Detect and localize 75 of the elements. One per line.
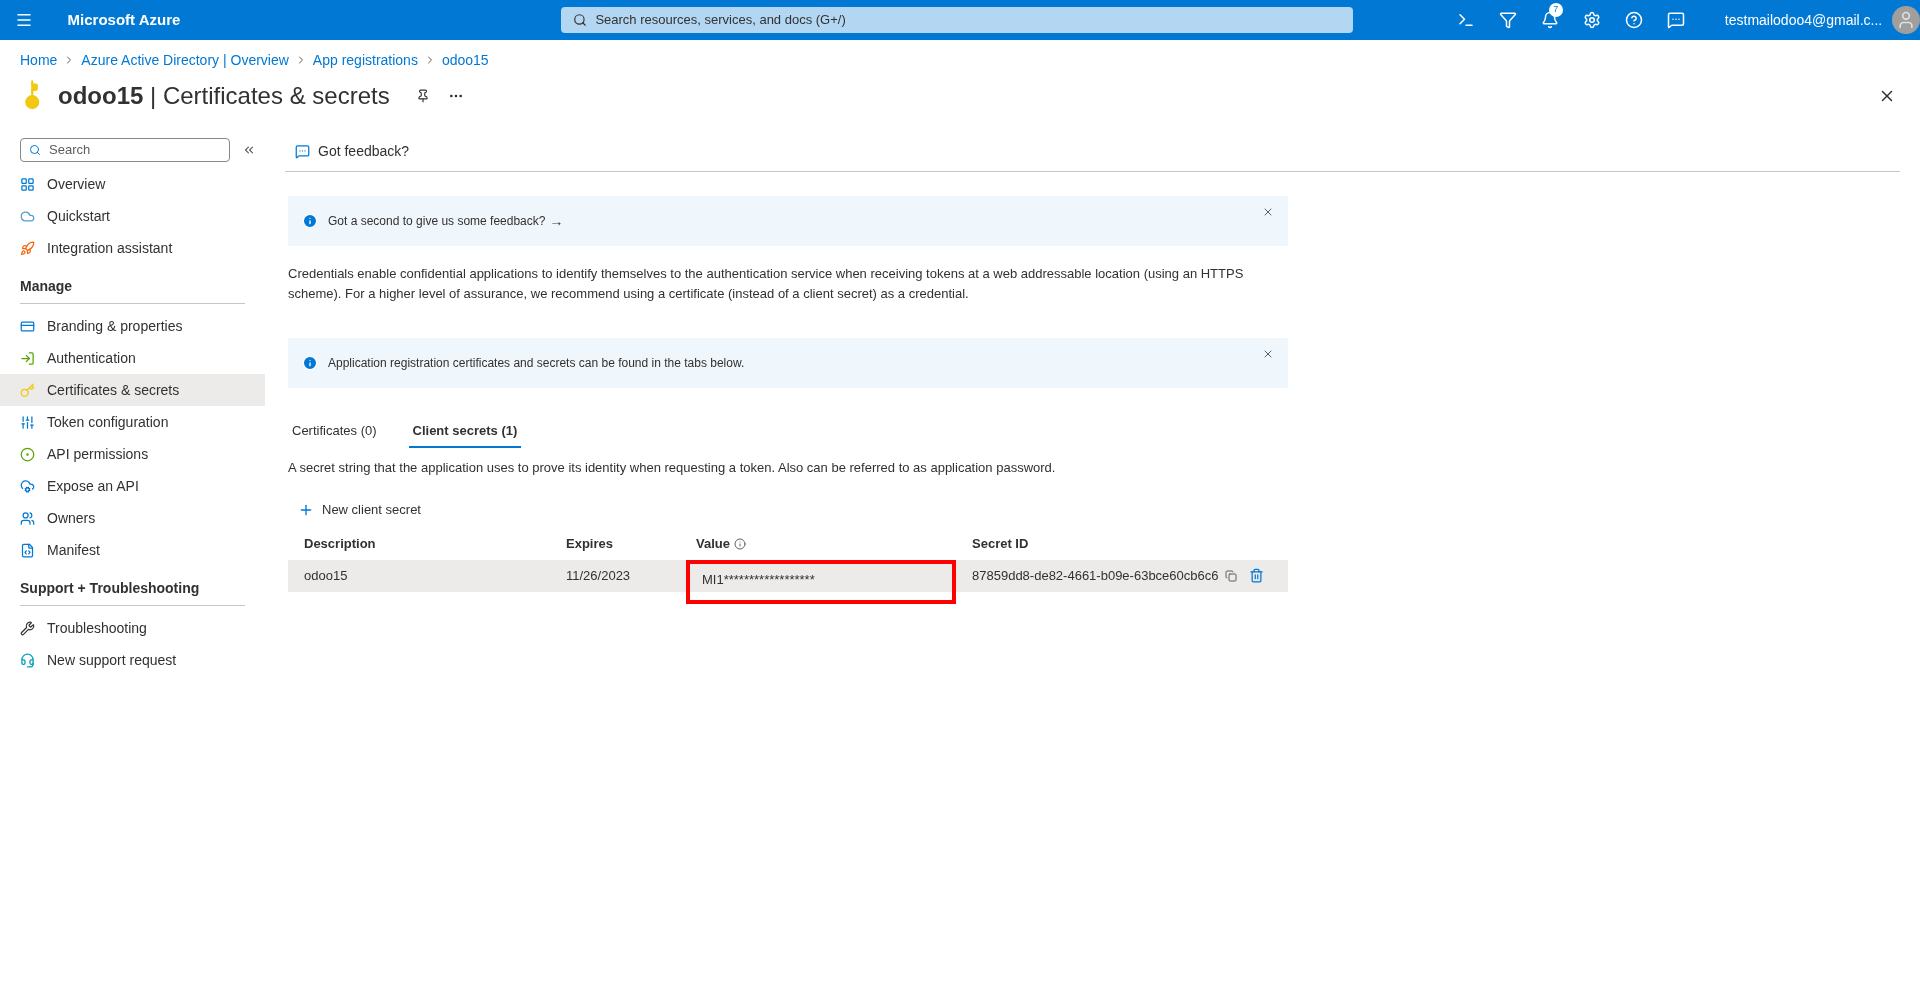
breadcrumb-link[interactable]: Azure Active Directory | Overview bbox=[81, 49, 289, 71]
search-icon bbox=[29, 144, 41, 156]
card-icon bbox=[20, 318, 35, 334]
info-icon bbox=[302, 355, 318, 371]
search-input[interactable]: Search resources, services, and docs (G+/) bbox=[595, 10, 1341, 30]
notification-icon[interactable] bbox=[1540, 11, 1559, 29]
sidebar-item[interactable]: Expose an API bbox=[0, 470, 265, 502]
sidebar-item[interactable]: Overview bbox=[0, 168, 265, 200]
feedback-icon bbox=[295, 143, 310, 159]
sidebar-item[interactable]: Integration assistant bbox=[0, 232, 265, 264]
search-field[interactable]: Search bbox=[20, 138, 230, 162]
delete-icon[interactable] bbox=[1248, 568, 1264, 583]
arrow-glyph[interactable]: → bbox=[549, 210, 564, 232]
copy-icon[interactable] bbox=[1224, 569, 1237, 582]
page-title: odoo15 | Certificates & secrets bbox=[58, 81, 390, 111]
sidebar-item[interactable]: Certificates & secrets bbox=[0, 374, 265, 406]
description-text: Credentials enable confidential applications to identify themselves to the authentication service when receiving tokens at a web addressable location (using an HTTPS scheme). For a higher level of assurance, we recommend using a certificate (instead of a client secret) as a credential. bbox=[288, 265, 1245, 303]
wrench-icon bbox=[20, 620, 35, 636]
tab[interactable]: Client secrets (1) bbox=[408, 416, 522, 448]
pin-icon[interactable] bbox=[415, 89, 430, 103]
tab[interactable]: Certificates (0) bbox=[288, 416, 381, 448]
people-icon bbox=[20, 510, 35, 526]
feedback-icon[interactable] bbox=[1666, 11, 1685, 29]
notification-badge: 7 bbox=[1548, 3, 1563, 17]
sliders-icon bbox=[20, 414, 35, 430]
table-cell: odoo15 bbox=[304, 567, 348, 583]
sidebar-item[interactable]: Branding & properties bbox=[0, 310, 265, 342]
banner-text: Got a second to give us some feedback? bbox=[328, 213, 546, 230]
settings-icon[interactable] bbox=[1582, 11, 1601, 29]
sidebar-item[interactable]: API permissions bbox=[0, 438, 265, 470]
code-file-icon bbox=[20, 542, 35, 558]
collapse-icon[interactable] bbox=[242, 143, 256, 157]
breadcrumb-link[interactable]: Home bbox=[20, 49, 58, 71]
avatar-icon[interactable] bbox=[1892, 6, 1920, 34]
key-icon bbox=[20, 382, 35, 398]
section-heading: Manage bbox=[20, 278, 73, 294]
sidebar-item[interactable]: Manifest bbox=[0, 534, 265, 566]
search-icon bbox=[573, 13, 588, 27]
column-header: Expires bbox=[566, 535, 613, 551]
sidebar-item[interactable]: Token configuration bbox=[0, 406, 265, 438]
sidebar-item[interactable]: Quickstart bbox=[0, 200, 265, 232]
breadcrumb-link[interactable]: odoo15 bbox=[441, 49, 489, 71]
breadcrumb-link[interactable]: App registrations bbox=[312, 49, 418, 71]
sidebar-item[interactable]: Authentication bbox=[0, 342, 265, 374]
account-name[interactable]: testmailodoo4@gmail.c... bbox=[1724, 9, 1883, 31]
sidebar-item[interactable]: New support request bbox=[0, 644, 265, 676]
close-icon[interactable] bbox=[1262, 348, 1274, 360]
tab-description: A secret string that the application uses to prove its identity when requesting a token. Also can be referred to as application password. bbox=[288, 459, 1057, 477]
cloud-gear-icon bbox=[20, 478, 35, 494]
portal-brand[interactable]: Microsoft Azure bbox=[67, 8, 181, 32]
support-person-icon bbox=[20, 652, 35, 668]
section-heading: Support + Troubleshooting bbox=[20, 580, 200, 596]
column-header: Value bbox=[696, 534, 730, 553]
sign-in-icon bbox=[20, 350, 35, 366]
column-header: Secret ID bbox=[972, 535, 1029, 551]
sidebar-item[interactable]: Troubleshooting bbox=[0, 612, 265, 644]
info-icon bbox=[733, 537, 746, 550]
directory-filter-icon[interactable] bbox=[1498, 11, 1517, 29]
banner-text: Application registration certificates and secrets can be found in the tabs below. bbox=[328, 355, 745, 372]
new-client-secret-button[interactable]: New client secret bbox=[298, 495, 421, 524]
search-input[interactable]: Search bbox=[49, 140, 221, 160]
feedback-button[interactable]: Got feedback? bbox=[285, 138, 420, 164]
info-icon bbox=[302, 213, 318, 229]
rocket-icon bbox=[20, 240, 35, 256]
column-header: Description bbox=[304, 535, 376, 551]
table-cell: 11/26/2023 bbox=[566, 567, 631, 583]
sidebar-item[interactable]: Owners bbox=[0, 502, 265, 534]
value-cell: MI1****************** bbox=[686, 559, 956, 604]
terminal-icon[interactable] bbox=[1456, 11, 1475, 29]
close-icon[interactable] bbox=[1262, 206, 1274, 218]
search-field[interactable]: Search resources, services, and docs (G+/) bbox=[561, 7, 1353, 33]
grid-icon bbox=[20, 176, 35, 192]
help-icon[interactable] bbox=[1624, 11, 1643, 29]
cloud-icon bbox=[20, 208, 35, 224]
table-cell-text: 87859dd8-de82-4661-b09e-63bce60cb6c6 bbox=[972, 566, 1219, 585]
